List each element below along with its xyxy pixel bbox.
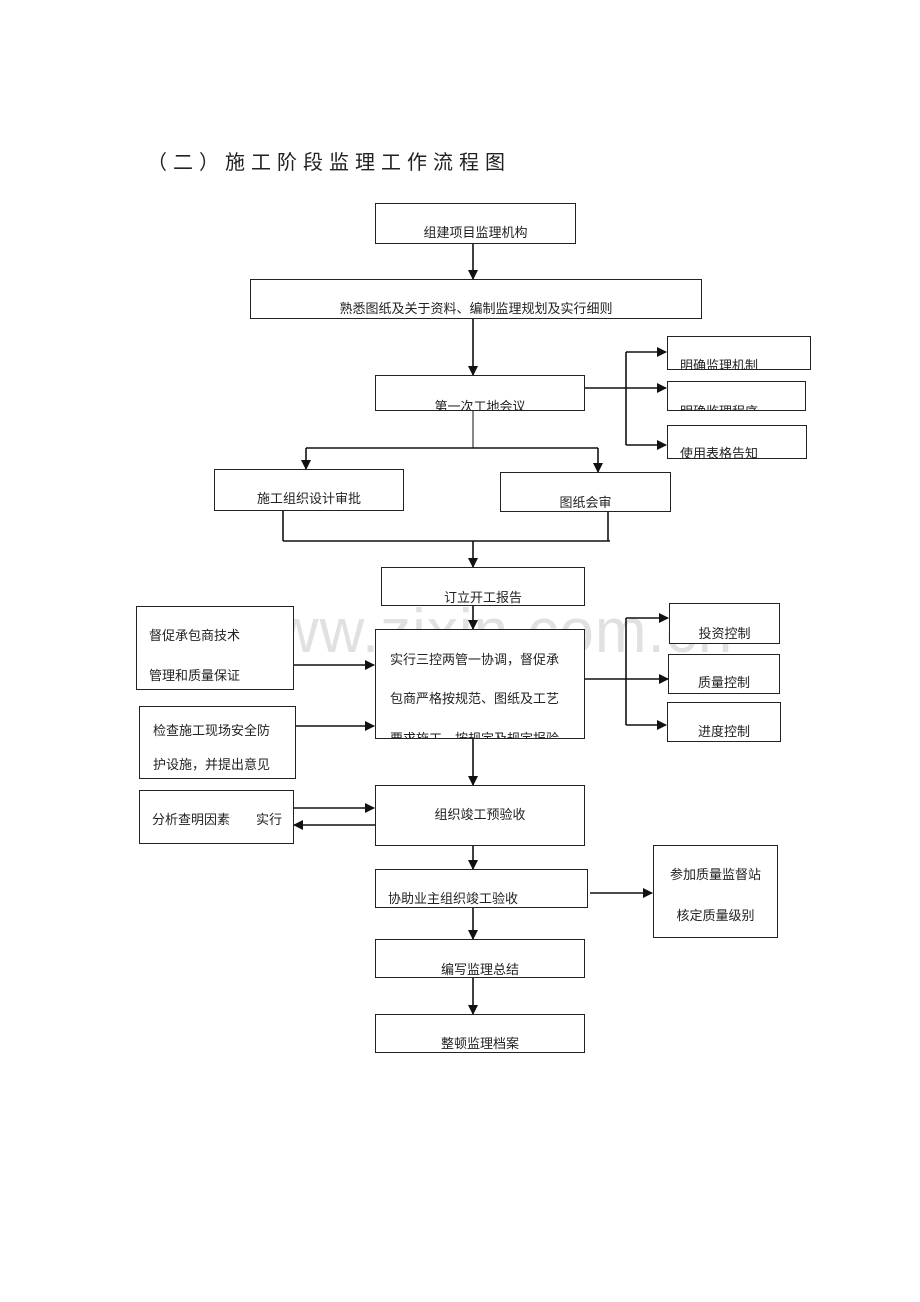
node-use-forms: 使用表格告知 xyxy=(667,425,807,459)
node-construction-design-approval: 施工组织设计审批 xyxy=(214,469,404,511)
node-label: 督促承包商技术 xyxy=(149,629,241,644)
node-supervise-contractor: 督促承包商技术 管理和质量保证 xyxy=(136,606,294,690)
node-label: 要求施工，按规定及规定报验 xyxy=(390,728,559,738)
node-org-setup: 组建项目监理机构 xyxy=(375,203,576,244)
node-familiarize: 熟悉图纸及关于资料、编制监理规划及实行细则 xyxy=(250,279,702,319)
node-clarify-mechanism: 明确监理机制 xyxy=(667,336,811,370)
node-clarify-procedure: 明确监理程序 xyxy=(667,381,806,411)
node-label: 护设施，并提出意见 xyxy=(153,758,271,773)
node-safety-check: 检查施工现场安全防 护设施，并提出意见 xyxy=(139,706,296,779)
node-label: 协助业主组织竣工验收 xyxy=(388,892,519,907)
node-write-summary: 编写监理总结 xyxy=(375,939,585,978)
node-label: 订立开工报告 xyxy=(443,591,522,606)
node-label: 编写监理总结 xyxy=(440,963,519,978)
node-label: 分析查明因素 实行 xyxy=(152,813,283,828)
node-label: 核定质量级别 xyxy=(676,909,755,924)
node-pre-acceptance: 组织竣工预验收 xyxy=(375,785,585,846)
node-first-meeting: 第一次工地会议 xyxy=(375,375,585,411)
node-label: 参加质量监督站 xyxy=(669,868,761,883)
node-label: 管理和质量保证 xyxy=(149,669,241,684)
node-label: 使用表格告知 xyxy=(680,447,759,459)
node-schedule-control: 进度控制 xyxy=(667,702,781,742)
node-archive: 整顿监理档案 xyxy=(375,1014,585,1053)
node-label: 组建项目监理机构 xyxy=(423,226,528,241)
node-label: 投资控制 xyxy=(698,627,751,642)
node-label: 包商严格按规范、图纸及工艺 xyxy=(390,692,560,707)
node-label: 熟悉图纸及关于资料、编制监理规划及实行细则 xyxy=(339,302,613,317)
node-analyze-causes: 分析查明因素 实行 xyxy=(139,790,294,844)
node-label: 检查施工现场安全防 xyxy=(153,724,271,739)
node-label: 进度控制 xyxy=(697,725,750,740)
node-label: 图纸会审 xyxy=(559,496,612,511)
node-label: 明确监理机制 xyxy=(680,359,759,370)
node-quality-station: 参加质量监督站 核定质量级别 xyxy=(653,845,778,938)
node-quality-control: 质量控制 xyxy=(668,654,780,694)
node-three-controls: 实行三控两管一协调，督促承 包商严格按规范、图纸及工艺 要求施工，按规定及规定报… xyxy=(375,629,585,739)
node-start-report: 订立开工报告 xyxy=(381,567,585,606)
node-drawing-review: 图纸会审 xyxy=(500,472,671,512)
node-assist-acceptance: 协助业主组织竣工验收 xyxy=(375,869,588,908)
node-label: 第一次工地会议 xyxy=(434,400,526,411)
node-label: 施工组织设计审批 xyxy=(256,492,361,507)
node-label: 明确监理程序 xyxy=(680,401,758,410)
node-label: 整顿监理档案 xyxy=(440,1037,519,1052)
node-label: 实行三控两管一协调，督促承 xyxy=(390,653,560,668)
node-label: 组织竣工预验收 xyxy=(434,808,526,823)
node-investment-control: 投资控制 xyxy=(669,603,780,644)
node-label: 质量控制 xyxy=(697,676,750,691)
